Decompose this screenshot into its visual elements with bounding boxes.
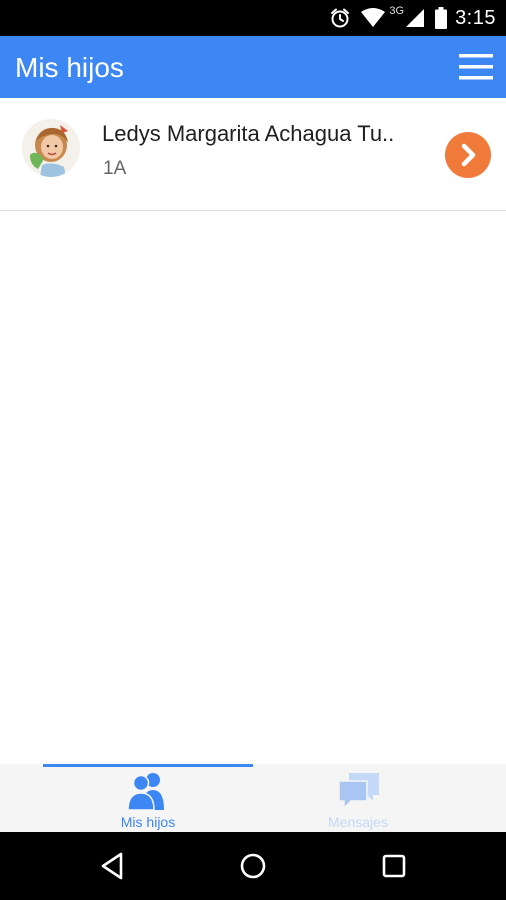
chat-bubbles-icon bbox=[335, 770, 383, 817]
recents-icon[interactable] bbox=[378, 850, 410, 882]
list-item[interactable]: Ledys Margarita Achagua Tu.. 1A bbox=[0, 98, 506, 211]
alarm-icon bbox=[329, 7, 351, 29]
active-tab-indicator bbox=[43, 764, 253, 767]
hamburger-menu-icon[interactable] bbox=[459, 53, 493, 81]
avatar bbox=[22, 119, 80, 177]
tab-mis-hijos[interactable]: Mis hijos bbox=[43, 764, 253, 832]
tab-label: Mis hijos bbox=[120, 814, 176, 830]
child-name: Ledys Margarita Achagua Tu.. bbox=[102, 121, 395, 146]
child-grade: 1A bbox=[103, 158, 127, 179]
cell-signal-icon bbox=[405, 8, 425, 28]
chevron-right-icon[interactable] bbox=[445, 132, 491, 178]
bottom-tab-bar: Mis hijos Mensajes bbox=[0, 764, 506, 832]
wifi-icon bbox=[361, 8, 386, 28]
children-list: Ledys Margarita Achagua Tu.. 1A bbox=[0, 98, 506, 211]
tab-label: Mensajes bbox=[328, 814, 388, 830]
page-title: Mis hijos bbox=[15, 52, 124, 83]
home-icon[interactable] bbox=[237, 850, 269, 882]
users-icon bbox=[125, 770, 173, 817]
back-icon[interactable] bbox=[97, 850, 129, 882]
clock-time: 3:15 bbox=[455, 6, 496, 29]
network-type-label: 3G bbox=[389, 5, 405, 17]
status-bar: 3G 3:15 bbox=[0, 0, 506, 36]
battery-icon bbox=[435, 7, 448, 29]
tab-mensajes[interactable]: Mensajes bbox=[253, 764, 463, 832]
navigation-bar bbox=[0, 832, 506, 900]
app-bar: Mis hijos bbox=[0, 36, 506, 98]
